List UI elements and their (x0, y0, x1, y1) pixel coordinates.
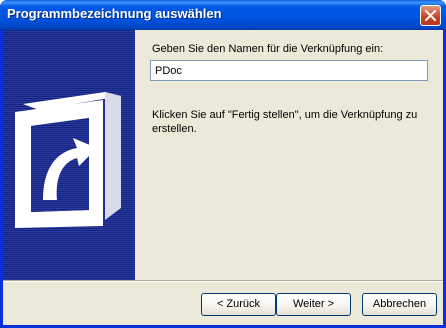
dialog-window: Programmbezeichnung auswählen Geben Sie … (0, 0, 446, 328)
shortcut-name-label: Geben Sie den Namen für die Verknüpfung … (152, 43, 384, 55)
wizard-side-panel (3, 30, 135, 280)
close-icon (425, 10, 436, 21)
title-bar[interactable]: Programmbezeichnung auswählen (0, 0, 446, 30)
wizard-content: Geben Sie den Namen für die Verknüpfung … (135, 30, 443, 280)
shortcut-arrow-icon (15, 92, 121, 228)
cancel-button[interactable]: Abbrechen (362, 293, 437, 316)
close-button[interactable] (420, 5, 441, 26)
window-title: Programmbezeichnung auswählen (7, 6, 222, 21)
next-button[interactable]: Weiter > (276, 293, 351, 316)
back-button[interactable]: < Zurück (201, 293, 276, 316)
finish-hint: Klicken Sie auf "Fertig stellen", um die… (152, 109, 418, 135)
shortcut-name-input[interactable] (150, 60, 428, 81)
button-separator (3, 280, 443, 282)
